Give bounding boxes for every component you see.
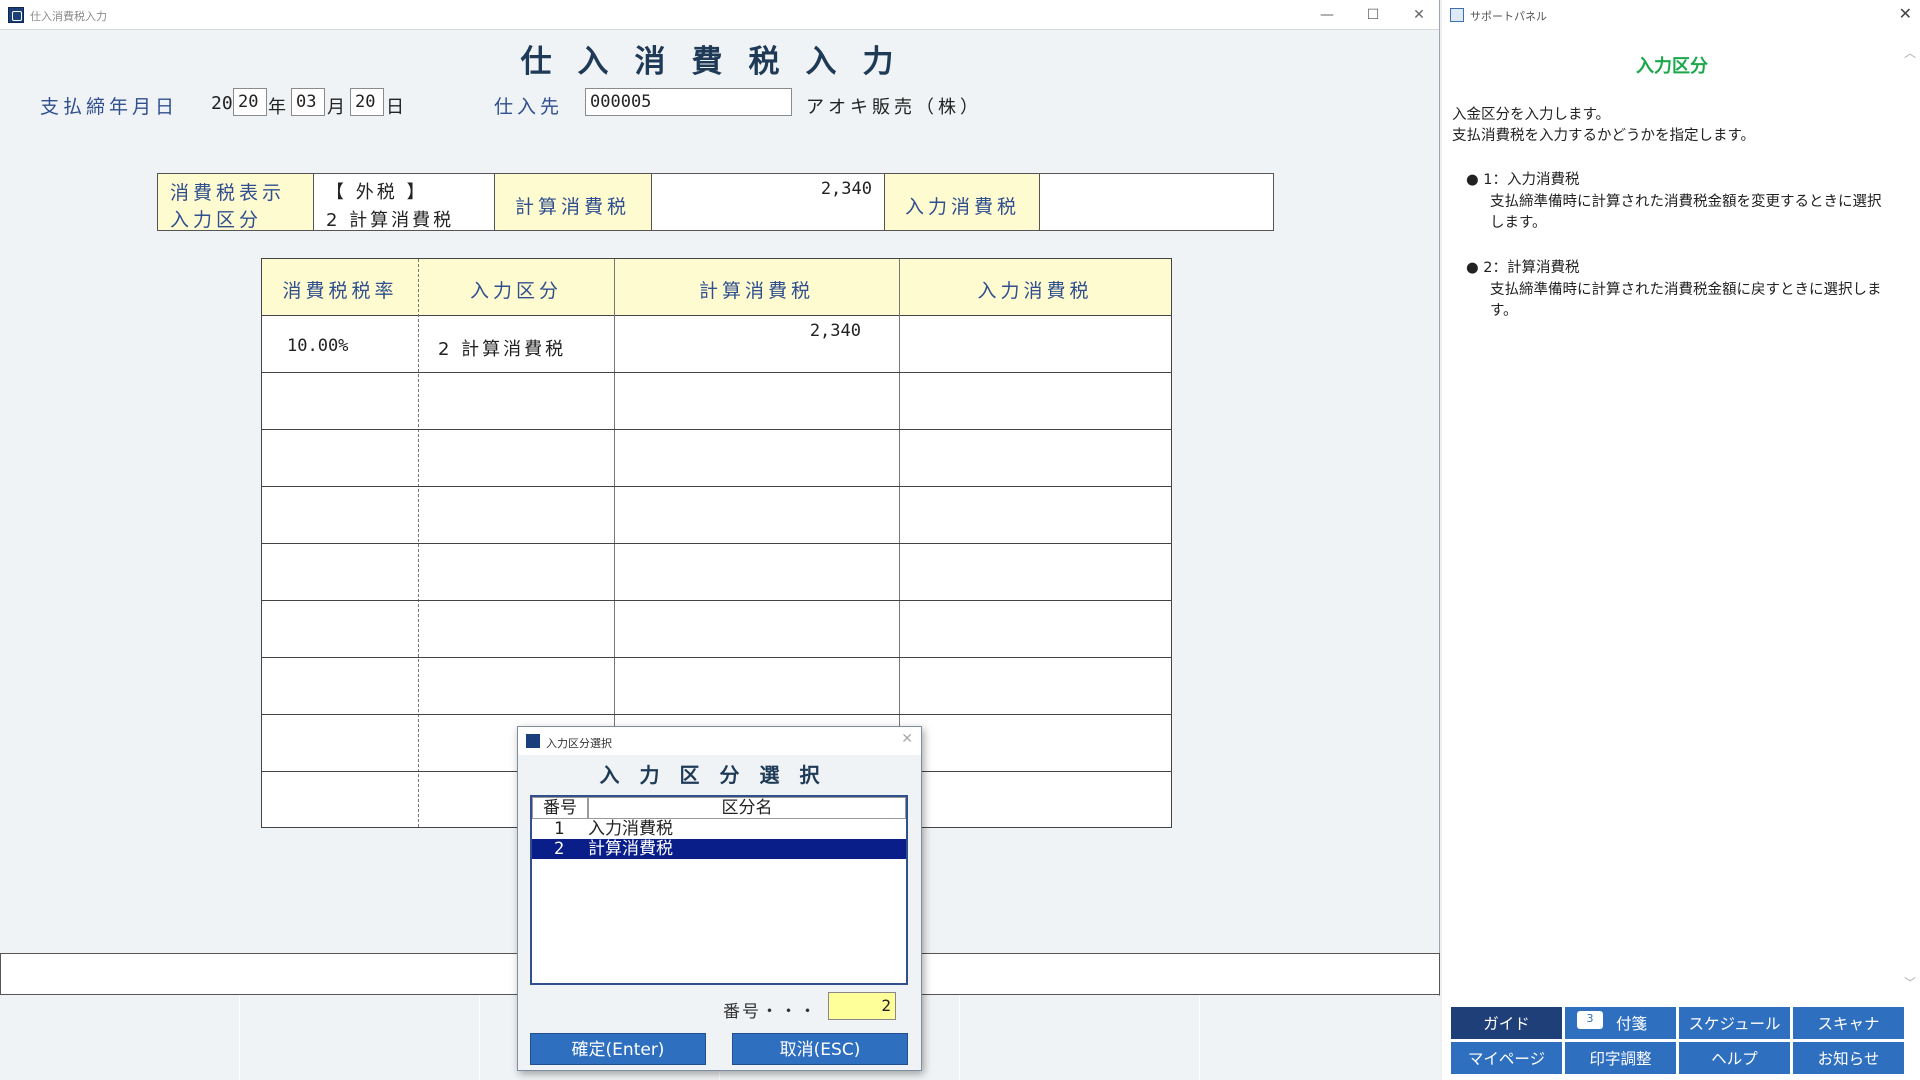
month-input[interactable]: 03 xyxy=(291,88,325,116)
year-input[interactable]: 20 xyxy=(233,88,267,116)
row-divider xyxy=(262,600,1171,601)
dialog-title-bar: 入力区分選択 ✕ xyxy=(518,727,921,755)
row-divider xyxy=(262,429,1171,430)
date-label: 支払締年月日 xyxy=(40,96,179,118)
fn-separator xyxy=(239,996,240,1080)
page-title: 仕入消費税入力 xyxy=(520,44,920,80)
support-item1-desc-2: します。 xyxy=(1490,215,1547,231)
tax-display-label: 消費税表示 xyxy=(170,182,286,204)
supplier-name: アオキ販売（株） xyxy=(806,97,982,118)
row-input-class: 2 計算消費税 xyxy=(438,339,567,360)
support-intro-1: 入金区分を入力します。 xyxy=(1452,107,1611,123)
support-panel-title: サポートパネル xyxy=(1470,10,1547,23)
option-num: 1 xyxy=(554,819,565,839)
window-title: 仕入消費税入力 xyxy=(30,10,107,23)
scroll-up-icon[interactable]: ︿ xyxy=(1904,44,1916,61)
cancel-button[interactable]: 取消(ESC) xyxy=(732,1033,908,1065)
month-unit: 月 xyxy=(327,97,345,118)
confirm-button[interactable]: 確定(Enter) xyxy=(530,1033,706,1065)
header-tax-rate: 消費税税率 xyxy=(282,280,398,302)
fn-separator xyxy=(959,996,960,1080)
dialog-heading: 入力区分選択 xyxy=(599,763,840,787)
sticky-note-button[interactable]: 3 付箋 xyxy=(1564,1006,1677,1040)
support-item2-desc-2: す。 xyxy=(1490,303,1518,319)
close-icon[interactable]: ✕ xyxy=(1899,4,1912,23)
support-panel-icon xyxy=(1450,8,1464,22)
support-intro-2: 支払消費税を入力するかどうかを指定します。 xyxy=(1452,128,1756,144)
summary-row: 消費税表示 入力区分 【 外税 】 2 計算消費税 計算消費税 2,340 入力… xyxy=(157,173,1274,231)
header-input-tax: 入力消費税 xyxy=(977,280,1093,302)
year-unit: 年 xyxy=(268,97,286,118)
summary-label-cell: 消費税表示 入力区分 xyxy=(158,174,314,231)
input-class-dialog: 入力区分選択 ✕ 入力区分選択 番号 区分名 1 入力消費税 2 計算消費税 番… xyxy=(517,726,922,1071)
note-count-badge: 3 xyxy=(1577,1011,1603,1029)
table-row[interactable]: 10.00% 2 計算消費税 2,340 xyxy=(262,316,1171,372)
support-item2-desc-1: 支払締準備時に計算された消費税金額に戻すときに選択しま xyxy=(1490,282,1882,298)
input-class-value: 2 計算消費税 xyxy=(326,210,455,231)
calc-tax-value-cell: 2,340 xyxy=(652,174,885,230)
support-item1-desc-1: 支払締準備時に計算された消費税金額を変更するときに選択 xyxy=(1490,194,1882,210)
app-icon xyxy=(8,7,24,23)
schedule-button[interactable]: スケジュール xyxy=(1678,1006,1791,1040)
calc-tax-label-cell: 計算消費税 xyxy=(495,174,652,230)
close-button[interactable]: ✕ xyxy=(1396,0,1442,30)
input-tax-value-cell[interactable] xyxy=(1040,174,1273,230)
number-label: 番号・・・ xyxy=(723,1002,818,1022)
mypage-button[interactable]: マイページ xyxy=(1450,1041,1563,1075)
tax-display-value: 【 外税 】 xyxy=(326,182,428,203)
row-divider xyxy=(262,657,1171,658)
title-bar: 仕入消費税入力 — ☐ ✕ xyxy=(0,0,1439,30)
guide-button[interactable]: ガイド xyxy=(1450,1006,1563,1040)
minimize-button[interactable]: — xyxy=(1304,0,1350,30)
grid-header: 消費税税率 入力区分 計算消費税 入力消費税 xyxy=(262,259,1171,316)
header-input-class: 入力区分 xyxy=(469,280,562,302)
scanner-button[interactable]: スキャナ xyxy=(1792,1006,1905,1040)
option-name: 入力消費税 xyxy=(588,819,673,839)
news-button[interactable]: お知らせ xyxy=(1792,1041,1905,1075)
fn-separator xyxy=(479,996,480,1080)
col-name-header: 区分名 xyxy=(588,797,906,819)
dialog-close-icon[interactable]: ✕ xyxy=(901,731,913,747)
input-tax-label-cell: 入力消費税 xyxy=(885,174,1040,230)
option-num: 2 xyxy=(554,839,565,859)
number-input[interactable]: 2 xyxy=(828,992,896,1020)
print-adjust-button[interactable]: 印字調整 xyxy=(1564,1041,1677,1075)
row-tax-rate: 10.00% xyxy=(287,336,349,356)
supplier-label: 仕入先 xyxy=(494,96,564,118)
day-unit: 日 xyxy=(386,97,404,118)
maximize-button[interactable]: ☐ xyxy=(1350,0,1396,30)
dialog-title: 入力区分選択 xyxy=(546,737,612,750)
row-calc-tax: 2,340 xyxy=(809,321,861,341)
row-divider xyxy=(262,486,1171,487)
year-prefix: 20 xyxy=(211,93,233,114)
row-divider xyxy=(262,543,1171,544)
list-item[interactable]: 1 入力消費税 xyxy=(532,819,906,839)
support-item1-title: ● 1：入力消費税 xyxy=(1466,172,1580,188)
fn-separator xyxy=(1199,996,1200,1080)
header-calc-tax: 計算消費税 xyxy=(698,280,814,302)
input-class-label: 入力区分 xyxy=(170,209,263,231)
row-divider xyxy=(262,372,1171,373)
option-listbox[interactable]: 番号 区分名 1 入力消費税 2 計算消費税 xyxy=(530,795,908,985)
supplier-code-input[interactable]: 000005 xyxy=(585,88,792,116)
input-tax-label: 入力消費税 xyxy=(905,196,1021,218)
col-num-header: 番号 xyxy=(532,797,588,819)
support-heading: 入力区分 xyxy=(1636,56,1708,77)
help-button[interactable]: ヘルプ xyxy=(1678,1041,1791,1075)
sticky-note-label: 付箋 xyxy=(1615,1015,1647,1033)
scroll-down-icon[interactable]: ﹀ xyxy=(1904,974,1916,991)
list-item-selected[interactable]: 2 計算消費税 xyxy=(532,839,906,859)
dialog-app-icon xyxy=(526,734,540,748)
day-input[interactable]: 20 xyxy=(350,88,384,116)
option-name: 計算消費税 xyxy=(588,839,673,859)
support-panel: サポートパネル ✕ ︿ ﹀ 入力区分 入金区分を入力します。 支払消費税を入力す… xyxy=(1442,0,1920,1080)
calc-tax-value: 2,340 xyxy=(820,179,872,199)
support-item2-title: ● 2：計算消費税 xyxy=(1466,260,1580,276)
calc-tax-label: 計算消費税 xyxy=(515,196,631,218)
summary-value-cell: 【 外税 】 2 計算消費税 xyxy=(314,174,495,231)
row-divider xyxy=(262,714,1171,715)
